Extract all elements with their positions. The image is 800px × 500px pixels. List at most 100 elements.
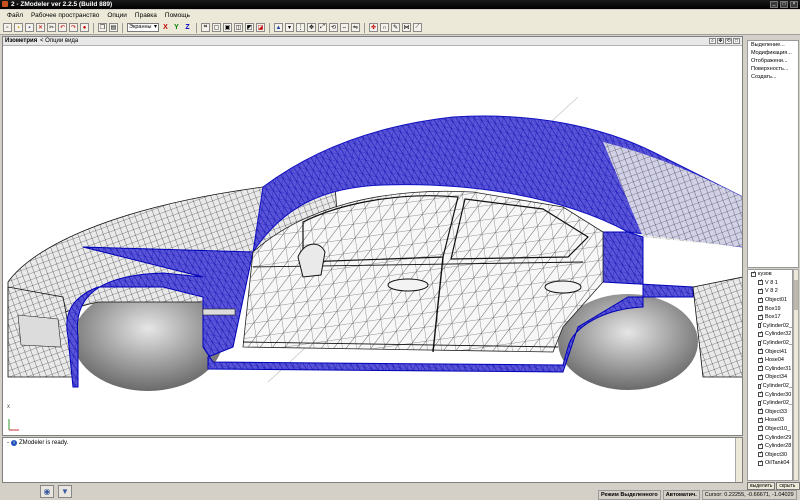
rotate-icon[interactable]: ⟲ bbox=[329, 23, 338, 32]
tree-item[interactable]: Object30 bbox=[748, 450, 792, 459]
globe-icon[interactable]: ◉ bbox=[40, 485, 54, 498]
tree-item[interactable]: Box17 bbox=[748, 313, 792, 322]
stop-icon[interactable]: ● bbox=[80, 23, 89, 32]
tree-item[interactable]: Object41 bbox=[748, 347, 792, 356]
tree-item[interactable]: V 8 1 bbox=[748, 278, 792, 288]
tree-checkbox[interactable] bbox=[758, 382, 763, 389]
scrollbar-thumb[interactable] bbox=[794, 280, 798, 310]
pan-icon[interactable]: ✥ bbox=[717, 38, 724, 44]
tree-item[interactable]: кузов bbox=[748, 270, 792, 279]
frame-icon[interactable]: ▢ bbox=[212, 23, 221, 32]
menu-file[interactable]: Файл bbox=[3, 11, 27, 21]
tree-item[interactable]: Cylinder02_ bbox=[748, 382, 792, 391]
tree-checkbox[interactable] bbox=[758, 364, 763, 372]
tree-item[interactable]: Object34 bbox=[748, 373, 792, 382]
cube-select-icon[interactable]: ◩ bbox=[245, 23, 254, 32]
axis-x-button[interactable]: X bbox=[161, 24, 170, 31]
stretch-icon[interactable]: ⇔ bbox=[340, 23, 349, 32]
tree-item[interactable]: V 8 2 bbox=[748, 287, 792, 296]
new-file-icon[interactable]: ▫ bbox=[3, 23, 12, 32]
tree-item[interactable]: Cylinder31 bbox=[748, 364, 792, 374]
tool-icon[interactable]: ✎ bbox=[391, 23, 400, 32]
main-viewport[interactable]: Изометрия < Опции вида ⌕ ✥ ⟲ □ x bbox=[2, 36, 743, 436]
tree-checkbox[interactable] bbox=[758, 373, 763, 380]
grid-icon[interactable]: ⋮ bbox=[296, 23, 305, 32]
tree-checkbox[interactable] bbox=[758, 433, 763, 441]
frame-all-icon[interactable]: ▣ bbox=[223, 23, 232, 32]
tree-item[interactable]: Cylinder02_ bbox=[748, 321, 792, 331]
tree-checkbox[interactable] bbox=[758, 304, 763, 312]
cube-icon[interactable]: ◫ bbox=[234, 23, 243, 32]
tree-item[interactable]: Cylinder02_ bbox=[748, 339, 792, 348]
arrow-up-icon[interactable]: ▲ bbox=[274, 23, 283, 32]
tree-checkbox[interactable] bbox=[758, 424, 763, 432]
paste-icon[interactable]: ▤ bbox=[109, 23, 118, 32]
axis-y-button[interactable]: Y bbox=[172, 24, 181, 31]
tree-item[interactable]: Cylinder30 bbox=[748, 390, 792, 399]
tree-item[interactable]: Object01 bbox=[748, 296, 792, 305]
command-modify[interactable]: Модификация... bbox=[748, 49, 798, 57]
slice-icon[interactable]: ⟋ bbox=[413, 23, 422, 32]
close-button[interactable]: × bbox=[790, 1, 798, 8]
dropdown-icon[interactable]: ▾ bbox=[285, 23, 294, 32]
command-create[interactable]: Создать... bbox=[748, 73, 798, 81]
tree-scrollbar[interactable] bbox=[793, 269, 799, 481]
tree-checkbox[interactable] bbox=[758, 356, 763, 363]
tree-checkbox[interactable] bbox=[758, 330, 763, 337]
maximize-view-icon[interactable]: □ bbox=[733, 38, 740, 44]
mirror-icon[interactable]: ⇋ bbox=[351, 23, 360, 32]
undo-icon[interactable]: ↶ bbox=[58, 23, 67, 32]
hide-all-button[interactable]: скрыть вс bbox=[776, 482, 800, 495]
tree-checkbox[interactable] bbox=[758, 296, 763, 303]
tree-checkbox[interactable] bbox=[758, 442, 763, 449]
tree-item[interactable]: Object33 bbox=[748, 407, 792, 417]
menu-help[interactable]: Помощь bbox=[161, 11, 194, 21]
tree-item[interactable]: Cylinder28 bbox=[748, 442, 792, 451]
tree-checkbox[interactable] bbox=[758, 459, 763, 466]
axis-z-button[interactable]: Z bbox=[183, 24, 192, 31]
menu-edit[interactable]: Правка bbox=[131, 11, 161, 21]
maximize-button[interactable]: □ bbox=[780, 1, 788, 8]
tree-checkbox[interactable] bbox=[758, 339, 763, 346]
tree-item[interactable]: OilTank04 bbox=[748, 459, 792, 468]
open-folder-icon[interactable]: ▪ bbox=[14, 23, 23, 32]
command-display[interactable]: Отображени... bbox=[748, 57, 798, 65]
tree-checkbox[interactable] bbox=[758, 278, 763, 286]
tree-checkbox[interactable] bbox=[758, 399, 763, 406]
tree-item[interactable]: Box19 bbox=[748, 304, 792, 313]
command-select[interactable]: Выделение... bbox=[748, 41, 798, 49]
magnet-icon[interactable]: ∩ bbox=[380, 23, 389, 32]
tree-checkbox[interactable] bbox=[758, 313, 763, 320]
tree-item[interactable]: Hose04 bbox=[748, 356, 792, 365]
delete-icon[interactable]: ✕ bbox=[36, 23, 45, 32]
save-icon[interactable]: ▪ bbox=[25, 23, 34, 32]
minimize-button[interactable]: _ bbox=[770, 1, 778, 8]
tree-item[interactable]: Hose03 bbox=[748, 416, 792, 425]
tree-checkbox[interactable] bbox=[758, 450, 763, 458]
copy-icon[interactable]: ❐ bbox=[98, 23, 107, 32]
menu-workspace[interactable]: Рабочее пространство bbox=[27, 11, 103, 21]
move-icon[interactable]: ✥ bbox=[307, 23, 316, 32]
car-wireframe-scene[interactable] bbox=[3, 47, 742, 435]
tree-checkbox[interactable] bbox=[758, 407, 763, 415]
paint-icon[interactable]: ✤ bbox=[369, 23, 378, 32]
tree-checkbox[interactable] bbox=[758, 321, 763, 329]
tree-checkbox[interactable] bbox=[758, 287, 763, 294]
tree-checkbox[interactable] bbox=[751, 270, 756, 277]
rotate-view-icon[interactable]: ⟲ bbox=[725, 38, 732, 44]
tree-item[interactable]: Object10_ bbox=[748, 424, 792, 434]
tree-item[interactable]: Cylinder32 bbox=[748, 330, 792, 339]
cube-red-icon[interactable]: ◪ bbox=[256, 23, 265, 32]
log-scrollbar[interactable] bbox=[735, 438, 742, 482]
tree-checkbox[interactable] bbox=[758, 347, 763, 355]
command-surface[interactable]: Поверхность... bbox=[748, 65, 798, 73]
expand-icon[interactable]: - bbox=[7, 440, 9, 446]
weld-icon[interactable]: ⋈ bbox=[402, 23, 411, 32]
cut-icon[interactable]: ✂ bbox=[47, 23, 56, 32]
tree-item[interactable]: Cylinder29 bbox=[748, 433, 792, 442]
tree-checkbox[interactable] bbox=[758, 416, 763, 423]
zoom-icon[interactable]: ⌕ bbox=[709, 38, 716, 44]
shield-icon[interactable]: ▼ bbox=[58, 485, 72, 498]
view-options-button[interactable]: < Опции вида bbox=[40, 37, 78, 46]
select-button[interactable]: выделить bbox=[747, 482, 776, 490]
